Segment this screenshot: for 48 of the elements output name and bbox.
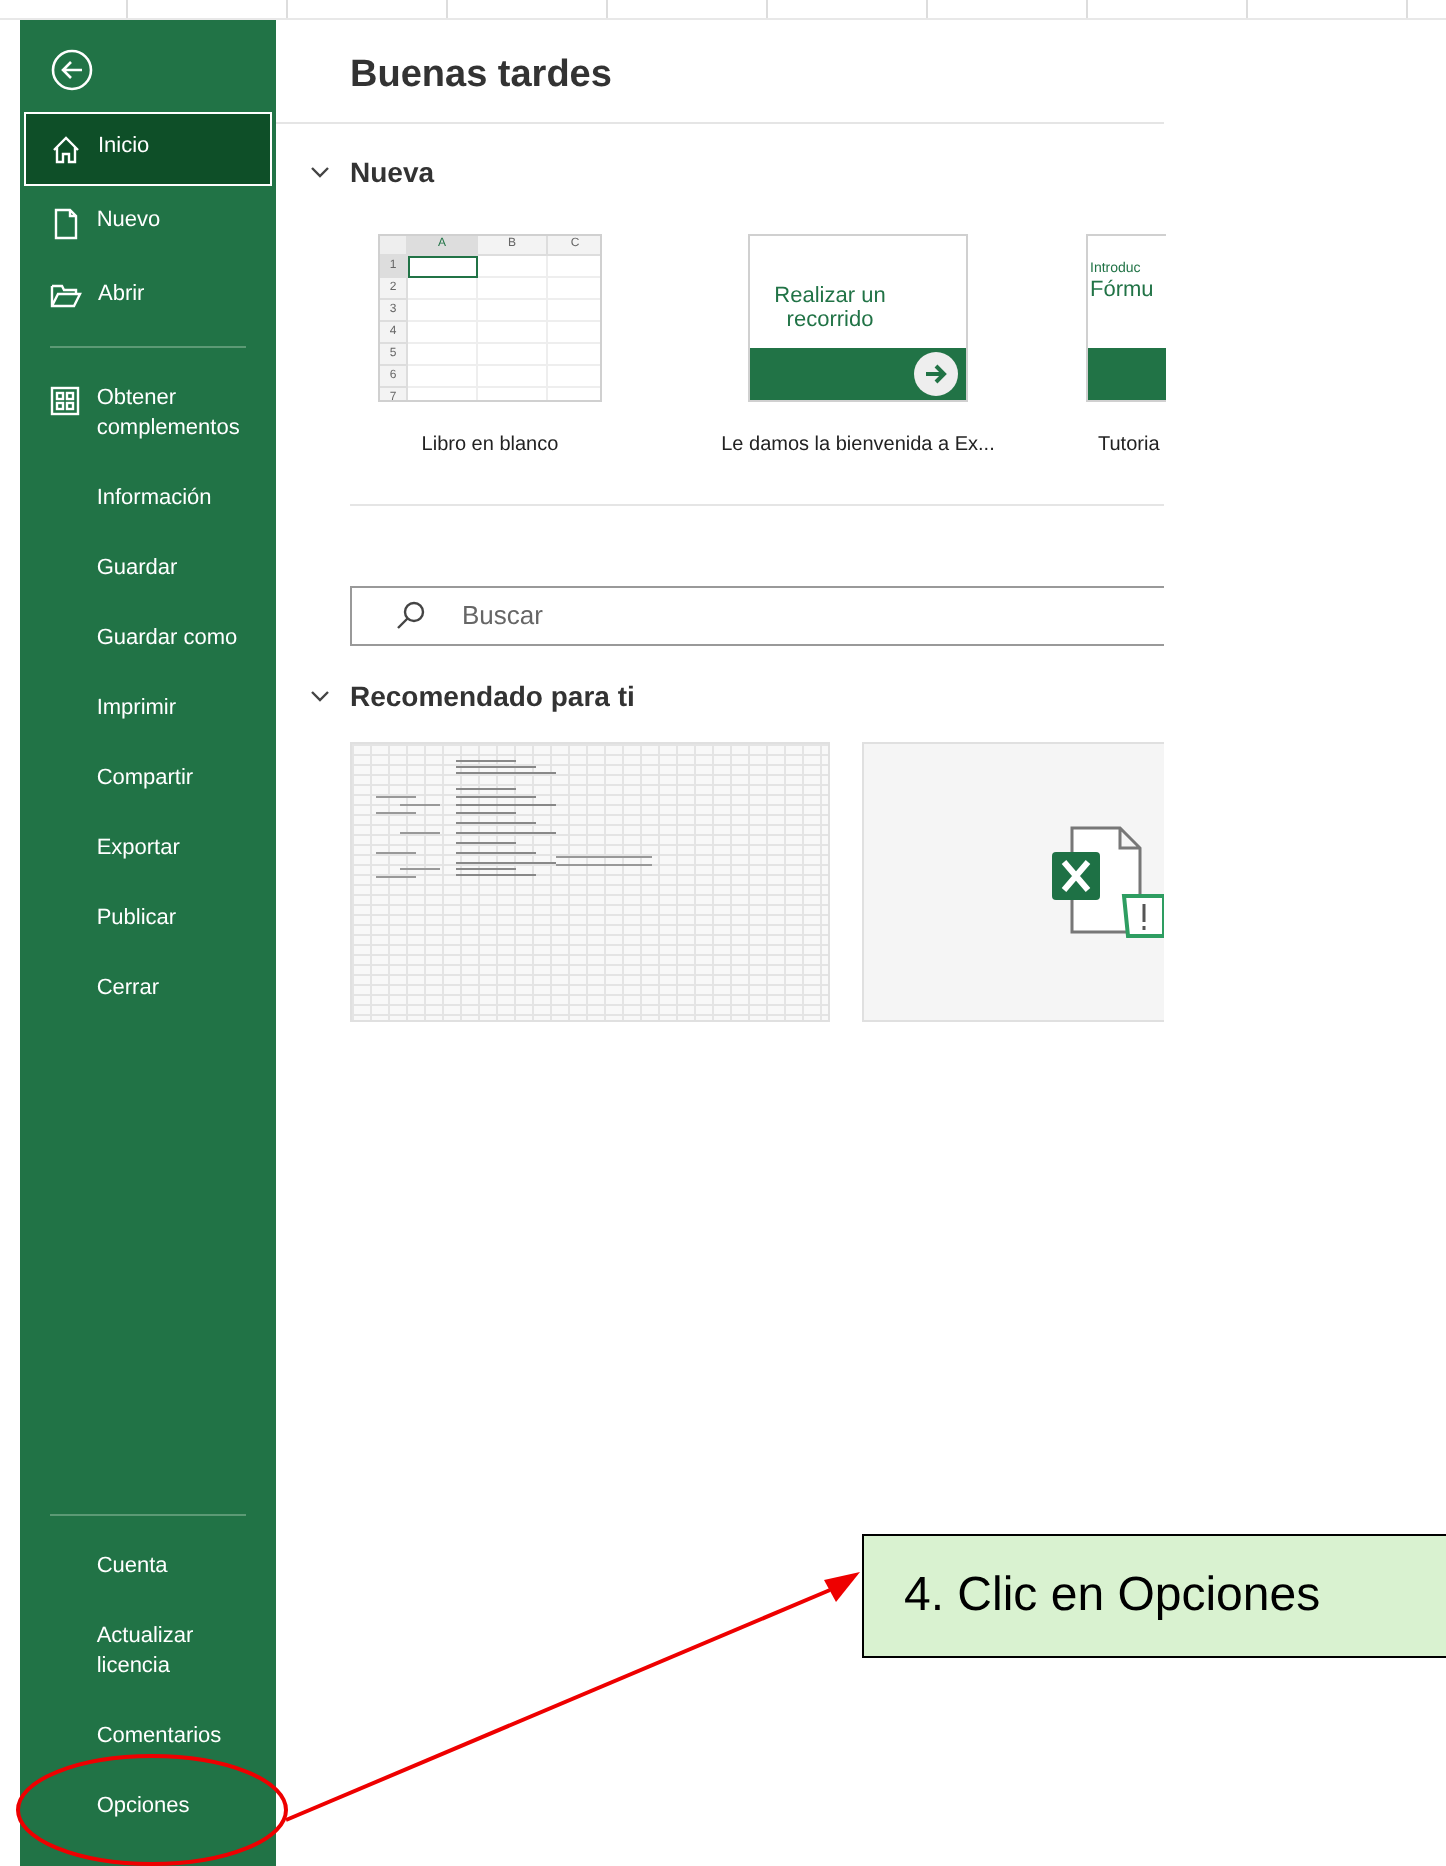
search-icon: [394, 599, 426, 631]
grid-icon: [50, 386, 81, 416]
excel-file-icon: [1052, 823, 1164, 939]
greeting-heading: Buenas tardes: [276, 20, 1164, 123]
template-label: Libro en blanco: [421, 431, 559, 459]
sidebar-item[interactable]: Opciones: [24, 1772, 272, 1842]
thumbnail-band: [1088, 347, 1166, 399]
sidebar-item[interactable]: Exportar: [24, 814, 272, 884]
template-label: Tutoria: [1098, 431, 1160, 459]
sidebar-item[interactable]: Guardar como: [24, 604, 272, 674]
document-icon: [51, 208, 80, 240]
template-label: Le damos la bienvenida a Ex...: [721, 431, 995, 459]
thumbnail-heading: Realizar un recorrido: [772, 281, 888, 335]
sheet-corner: [380, 235, 408, 255]
thumbnail-heading: Fórmu: [1088, 277, 1154, 301]
sidebar-item[interactable]: Información: [24, 464, 272, 534]
chevron-icon[interactable]: [310, 166, 330, 178]
sheet-cell: [408, 343, 478, 365]
sidebar-item[interactable]: Comentarios: [24, 1702, 272, 1772]
sheet-cell: [408, 277, 478, 299]
sheet-cell: [478, 277, 548, 299]
callout-text: 4. Clic en Opciones: [904, 1566, 1321, 1626]
sidebar-item[interactable]: Actualizar licencia: [24, 1602, 272, 1702]
sheet-cell: [478, 255, 548, 277]
sidebar-item[interactable]: Nuevo: [24, 186, 272, 260]
template-card[interactable]: Realizar un recorrido Le damos la bienvenida a Ex...: [718, 233, 998, 459]
arrow-circle-icon: [914, 351, 958, 396]
file-card[interactable]: [862, 741, 1164, 1021]
chevron-icon[interactable]: [310, 690, 330, 702]
sidebar-item[interactable]: Publicar: [24, 884, 272, 954]
search-field[interactable]: Buscar: [350, 585, 1164, 645]
sidebar-item[interactable]: Guardar: [24, 534, 272, 604]
sidebar-item[interactable]: Compartir: [24, 744, 272, 814]
sheet-cell: [408, 365, 478, 387]
sidebar-item[interactable]: Abrir: [24, 260, 272, 330]
sidebar-item[interactable]: Imprimir: [24, 674, 272, 744]
home-icon: [50, 134, 82, 166]
sidebar-item[interactable]: Cuenta: [24, 1532, 272, 1602]
folder-icon: [50, 282, 82, 310]
sidebar-item[interactable]: Obtener complementos: [24, 364, 272, 464]
sheet-cell: [408, 321, 478, 343]
sheet-cell: [408, 299, 478, 321]
sidebar-item[interactable]: Cerrar: [24, 954, 272, 1024]
sidebar-item[interactable]: Inicio: [24, 112, 272, 186]
section-heading: Recomendado para ti: [350, 677, 635, 716]
back-button[interactable]: [50, 48, 94, 92]
section-heading: Nueva: [350, 153, 435, 191]
sheet-cell: [408, 255, 478, 277]
